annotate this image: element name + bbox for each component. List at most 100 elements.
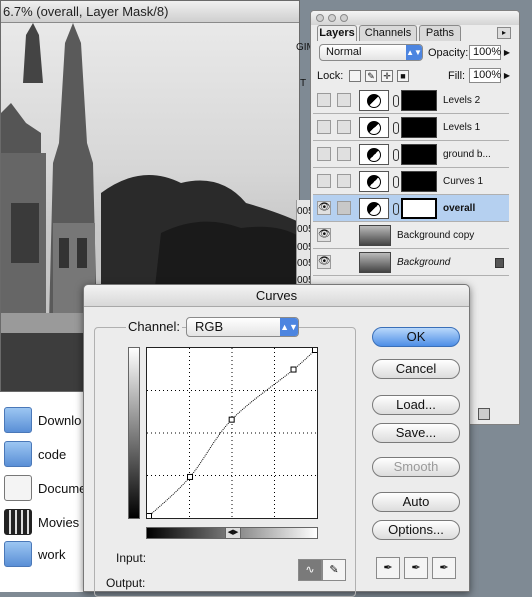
- lock-transparency-icon[interactable]: [349, 70, 361, 82]
- black-eyedropper-icon[interactable]: ✒: [376, 557, 400, 579]
- dropdown-arrow-icon: ▲▼: [280, 318, 298, 336]
- tab-channels[interactable]: Channels: [359, 25, 417, 41]
- layer-row-background[interactable]: 👁 Background: [313, 249, 509, 276]
- tab-paths[interactable]: Paths: [419, 25, 461, 41]
- layer-thumbnail[interactable]: [359, 225, 391, 246]
- finder-item-label: Docume: [38, 480, 87, 496]
- chain-icon[interactable]: [393, 203, 399, 215]
- dialog-title: Curves: [84, 285, 469, 307]
- close-icon[interactable]: [316, 14, 324, 22]
- fill-slider-arrow-icon[interactable]: ▶: [502, 68, 512, 83]
- visibility-toggle[interactable]: [317, 120, 331, 134]
- load-button[interactable]: Load...: [372, 395, 460, 415]
- minimize-icon[interactable]: [328, 14, 336, 22]
- eye-icon[interactable]: 👁: [317, 228, 331, 242]
- palette-menu-icon[interactable]: ▸: [497, 27, 511, 39]
- curves-dialog: Curves Channel: RGB ▲▼ ◀▶ Input: Output:…: [83, 284, 470, 597]
- dropdown-arrow-icon: ▲▼: [406, 45, 422, 60]
- chain-icon[interactable]: [393, 95, 399, 107]
- finder-item-label: code: [38, 446, 67, 462]
- finder-sidebar: Downlo code Docume Movies work: [0, 392, 90, 592]
- curve-point[interactable]: [228, 416, 235, 423]
- opacity-input[interactable]: 100%: [469, 45, 501, 60]
- white-eyedropper-icon[interactable]: ✒: [432, 557, 456, 579]
- layer-row-ground-b[interactable]: ground b...: [313, 141, 509, 168]
- finder-item-documents[interactable]: Docume: [4, 474, 86, 502]
- fill-label: Fill:: [448, 70, 466, 82]
- lock-image-icon[interactable]: ✎: [365, 70, 377, 82]
- adjustment-layer-icon: [359, 90, 389, 111]
- layer-mask-thumbnail[interactable]: [401, 90, 437, 111]
- layer-row-levels-2[interactable]: Levels 2: [313, 87, 509, 114]
- layer-thumbnail[interactable]: [359, 252, 391, 273]
- visibility-toggle[interactable]: [317, 174, 331, 188]
- layer-row-levels-1[interactable]: Levels 1: [313, 114, 509, 141]
- curve-point[interactable]: [187, 473, 194, 480]
- link-toggle[interactable]: [337, 93, 351, 107]
- save-button[interactable]: Save...: [372, 423, 460, 443]
- document-icon: [4, 475, 32, 501]
- opacity-slider-arrow-icon[interactable]: ▶: [502, 45, 512, 60]
- mask-edit-icon[interactable]: [337, 201, 351, 215]
- lock-label: Lock:: [317, 70, 344, 82]
- layer-mask-thumbnail[interactable]: [401, 117, 437, 138]
- input-label: Input:: [116, 551, 147, 565]
- blend-mode-select[interactable]: Normal ▲▼: [319, 44, 423, 61]
- folder-icon: [4, 441, 32, 467]
- channel-select[interactable]: RGB ▲▼: [186, 317, 299, 337]
- curve-graph[interactable]: [146, 347, 318, 519]
- options-button[interactable]: Options...: [372, 520, 460, 540]
- blend-mode-value: Normal: [326, 46, 362, 58]
- finder-item-label: Movies: [38, 514, 80, 530]
- layer-name: overall: [443, 203, 476, 214]
- adjustment-layer-icon: [359, 117, 389, 138]
- fill-input[interactable]: 100%: [469, 68, 501, 83]
- curve-point[interactable]: [146, 513, 152, 519]
- lock-icon: [495, 258, 504, 268]
- auto-button[interactable]: Auto: [372, 492, 460, 512]
- gray-eyedropper-icon[interactable]: ✒: [404, 557, 428, 579]
- gradient-toggle-icon[interactable]: ◀▶: [225, 527, 241, 539]
- eye-icon[interactable]: 👁: [317, 201, 331, 215]
- pencil-icon[interactable]: ✎: [322, 559, 346, 581]
- smooth-button[interactable]: Smooth: [372, 457, 460, 477]
- layer-mask-thumbnail[interactable]: [401, 144, 437, 165]
- curve-point-tool-icon[interactable]: ∿: [298, 559, 322, 581]
- background-number: 005: [297, 242, 311, 253]
- lock-position-icon[interactable]: ✛: [381, 70, 393, 82]
- link-toggle[interactable]: [337, 120, 351, 134]
- layer-name: Curves 1: [443, 176, 484, 187]
- folder-icon: [4, 541, 32, 567]
- curve-point[interactable]: [290, 366, 297, 373]
- finder-item-downloads[interactable]: Downlo: [4, 406, 81, 434]
- layer-row-overall[interactable]: 👁 overall: [313, 195, 509, 222]
- background-number: 005: [297, 206, 311, 217]
- chain-icon[interactable]: [393, 176, 399, 188]
- finder-item-code[interactable]: code: [4, 440, 66, 468]
- finder-item-label: work: [38, 546, 66, 562]
- chain-icon[interactable]: [393, 122, 399, 134]
- opacity-label: Opacity:: [428, 47, 469, 59]
- layer-row-curves-1[interactable]: Curves 1: [313, 168, 509, 195]
- layer-row-background-copy[interactable]: 👁 Background copy: [313, 222, 509, 249]
- output-gradient-bar: [128, 347, 140, 519]
- background-number: 005: [297, 258, 311, 269]
- zoom-icon[interactable]: [340, 14, 348, 22]
- visibility-toggle[interactable]: [317, 93, 331, 107]
- chain-icon[interactable]: [393, 149, 399, 161]
- finder-item-movies[interactable]: Movies: [4, 508, 79, 536]
- trash-icon[interactable]: [478, 408, 490, 420]
- tab-layers[interactable]: Layers: [317, 25, 357, 41]
- layer-mask-thumbnail[interactable]: [401, 198, 437, 219]
- link-toggle[interactable]: [337, 174, 351, 188]
- visibility-toggle[interactable]: [317, 147, 331, 161]
- ok-button[interactable]: OK: [372, 327, 460, 347]
- link-toggle[interactable]: [337, 147, 351, 161]
- finder-item-work[interactable]: work: [4, 540, 65, 568]
- cancel-button[interactable]: Cancel: [372, 359, 460, 379]
- curve-point[interactable]: [312, 347, 318, 353]
- lock-all-icon[interactable]: ■: [397, 70, 409, 82]
- layer-name: Background: [397, 257, 451, 268]
- eye-icon[interactable]: 👁: [317, 255, 331, 269]
- layer-mask-thumbnail[interactable]: [401, 171, 437, 192]
